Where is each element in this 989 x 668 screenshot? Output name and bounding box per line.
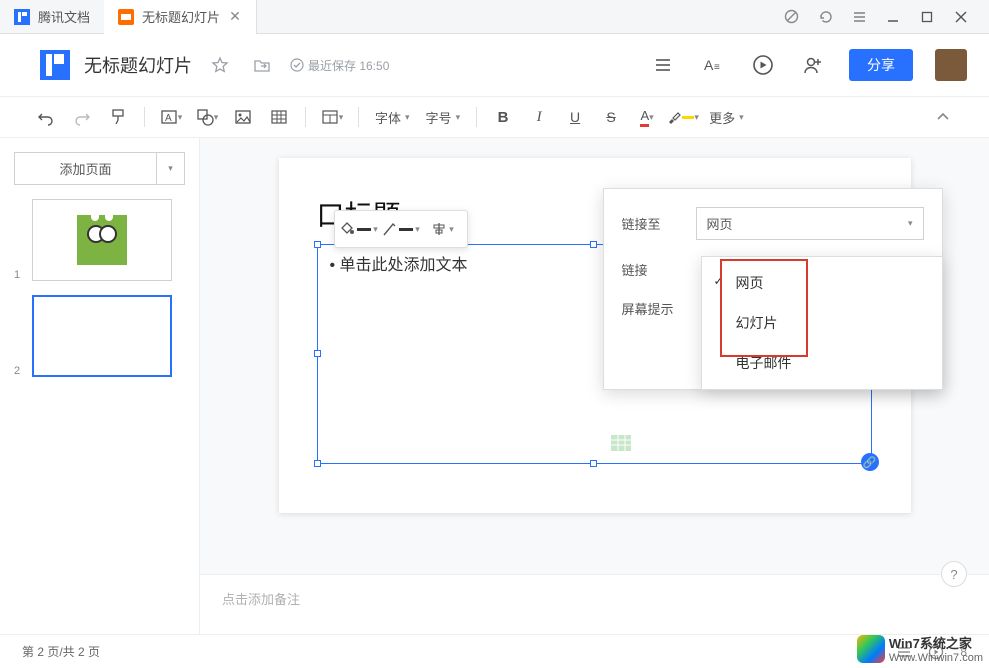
star-icon[interactable] [206, 51, 234, 79]
link-indicator-icon[interactable]: 🔗 [861, 453, 879, 471]
tab-label: 无标题幻灯片 [142, 7, 220, 26]
underline-icon[interactable]: U [559, 102, 591, 132]
link-type-dropdown: ✓ 网页 幻灯片 电子邮件 [701, 256, 943, 390]
close-tab-icon[interactable]: ✕ [228, 10, 242, 24]
fill-color-icon[interactable]: ▾ [339, 215, 379, 243]
dropdown-option-webpage[interactable]: ✓ 网页 [702, 263, 942, 303]
main-area: 添加页面 ▾ 1 2 口标题 ▾ ▾ ▾ [0, 138, 989, 634]
text-box-icon[interactable]: A▾ [155, 102, 187, 132]
watermark: Win7系统之家 Www.Winwin7.com [857, 633, 983, 664]
collapse-toolbar-icon[interactable] [927, 102, 959, 132]
font-style-icon[interactable]: A≡ [699, 51, 727, 79]
table-icon[interactable] [263, 102, 295, 132]
svg-text:A: A [165, 113, 172, 124]
resize-handle[interactable] [590, 460, 597, 467]
link-type-select[interactable]: 网页 ▾ [696, 207, 924, 240]
layout-icon[interactable]: ▾ [316, 102, 348, 132]
tab-untitled-slides[interactable]: 无标题幻灯片 ✕ [104, 0, 257, 34]
status-bar: 第 2 页/共 2 页 8 [0, 634, 989, 668]
notes-panel[interactable]: 点击添加备注 ? [200, 574, 989, 634]
image-icon[interactable] [227, 102, 259, 132]
highlight-color-icon[interactable]: ▾ [667, 102, 699, 132]
add-page-dropdown[interactable]: ▾ [157, 152, 185, 185]
align-icon[interactable]: ▾ [423, 215, 463, 243]
watermark-logo [857, 635, 885, 663]
refresh-icon[interactable] [817, 9, 833, 25]
tab-tencent-docs[interactable]: 腾讯文档 [0, 0, 104, 34]
folder-move-icon[interactable] [248, 51, 276, 79]
dropdown-option-slide[interactable]: 幻灯片 [702, 303, 942, 343]
user-avatar[interactable] [935, 49, 967, 81]
add-user-icon[interactable] [799, 51, 827, 79]
redo-icon[interactable] [66, 102, 98, 132]
font-size-dropdown[interactable]: 字号▾ [420, 108, 467, 127]
slide-thumb-2[interactable]: 2 [14, 295, 185, 377]
outline-icon[interactable] [649, 51, 677, 79]
document-title[interactable]: 无标题幻灯片 [84, 52, 192, 78]
svg-text:A: A [704, 57, 714, 73]
check-icon: ✓ [714, 274, 724, 288]
tab-bar: 腾讯文档 无标题幻灯片 ✕ [0, 0, 989, 34]
more-dropdown[interactable]: 更多▾ [703, 108, 750, 127]
shape-icon[interactable]: ▾ [191, 102, 223, 132]
app-logo[interactable] [40, 50, 70, 80]
close-window-icon[interactable] [953, 9, 969, 25]
tab-label: 腾讯文档 [38, 7, 90, 26]
strikethrough-icon[interactable]: S [595, 102, 627, 132]
text-color-icon[interactable]: A▾ [631, 102, 663, 132]
share-button[interactable]: 分享 [849, 49, 913, 81]
slide-canvas[interactable]: 口标题 ▾ ▾ ▾ • 单击此处添加文本 [279, 158, 911, 513]
dropdown-option-email[interactable]: 电子邮件 [702, 343, 942, 383]
minimize-icon[interactable] [885, 9, 901, 25]
resize-handle[interactable] [314, 460, 321, 467]
resize-handle[interactable] [590, 241, 597, 248]
link-label: 链接 [622, 260, 682, 279]
add-page-button[interactable]: 添加页面 [14, 152, 157, 185]
tooltip-label: 屏幕提示 [622, 299, 682, 318]
slide-thumbnail[interactable] [32, 295, 172, 377]
italic-icon[interactable]: I [523, 102, 555, 132]
toolbar: A▾ ▾ ▾ 字体▾ 字号▾ B I U S A▾ ▾ 更多▾ [0, 96, 989, 138]
slides-icon [118, 9, 134, 25]
chevron-down-icon: ▾ [908, 218, 913, 229]
canvas-area: 口标题 ▾ ▾ ▾ • 单击此处添加文本 [200, 138, 989, 634]
menu-icon[interactable] [851, 9, 867, 25]
page-info: 第 2 页/共 2 页 [22, 643, 100, 660]
resize-handle[interactable] [314, 350, 321, 357]
bold-icon[interactable]: B [487, 102, 519, 132]
slides-sidebar: 添加页面 ▾ 1 2 [0, 138, 200, 634]
format-painter-icon[interactable] [102, 102, 134, 132]
undo-icon[interactable] [30, 102, 62, 132]
border-icon[interactable]: ▾ [381, 215, 421, 243]
notes-placeholder: 点击添加备注 [222, 592, 300, 607]
save-status: 最近保存 16:50 [290, 57, 389, 74]
tencent-docs-icon [14, 9, 30, 25]
header: 无标题幻灯片 最近保存 16:50 A≡ 分享 [0, 34, 989, 96]
block-icon[interactable] [783, 9, 799, 25]
play-icon[interactable] [749, 51, 777, 79]
add-page-button-group: 添加页面 ▾ [14, 152, 185, 185]
svg-text:≡: ≡ [714, 62, 720, 73]
resize-handle[interactable] [314, 241, 321, 248]
floating-toolbar: ▾ ▾ ▾ [334, 210, 468, 248]
help-button[interactable]: ? [941, 561, 967, 587]
slide-thumb-1[interactable]: 1 [14, 199, 185, 281]
link-to-label: 链接至 [622, 214, 682, 233]
maximize-icon[interactable] [919, 9, 935, 25]
slide-thumbnail[interactable] [32, 199, 172, 281]
font-family-dropdown[interactable]: 字体▾ [369, 108, 416, 127]
